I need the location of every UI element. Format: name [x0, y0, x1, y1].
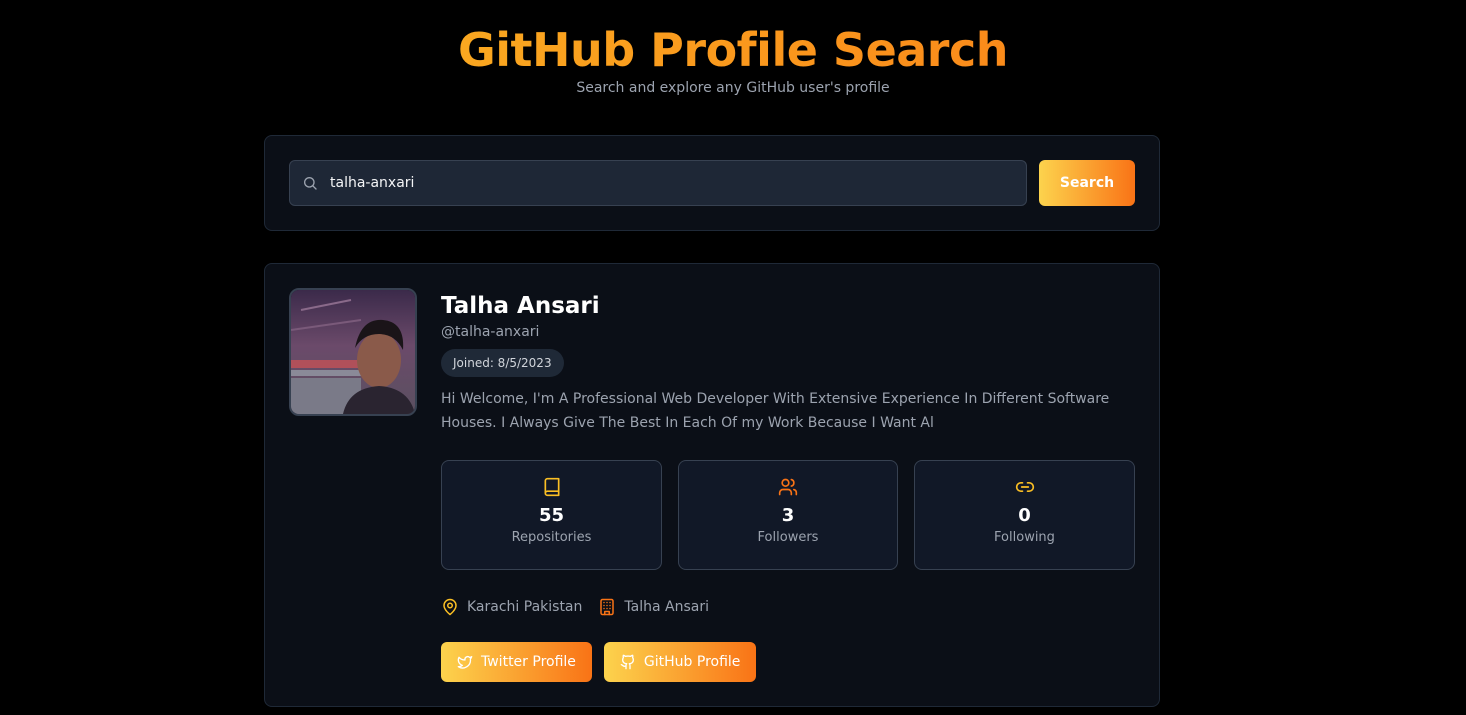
profile-info: Talha Ansari @talha-anxari Joined: 8/5/2… — [441, 292, 1137, 435]
stat-value: 0 — [1018, 505, 1031, 526]
map-pin-icon — [443, 598, 457, 616]
avatar-photo — [291, 290, 415, 414]
search-input[interactable] — [330, 161, 1010, 205]
page-header: GitHub Profile Search Search and explore… — [0, 24, 1466, 96]
profile-links: Twitter Profile GitHub Profile — [441, 642, 768, 682]
twitter-profile-button[interactable]: Twitter Profile — [441, 642, 592, 682]
company: Talha Ansari — [598, 598, 709, 616]
search-card: Search — [264, 135, 1160, 231]
stat-value: 55 — [538, 505, 565, 526]
stat-value: 3 — [781, 505, 795, 526]
building-icon — [600, 598, 615, 616]
company-text: Talha Ansari — [624, 599, 709, 615]
stat-repositories: 55 Repositories — [441, 460, 662, 570]
profile-bio: Hi Welcome, I'm A Professional Web Devel… — [441, 391, 1110, 431]
stats-grid: 55 Repositories 3 Followers 0 Following — [441, 460, 1135, 570]
github-profile-label: GitHub Profile — [643, 654, 741, 670]
profile-name: Talha Ansari — [441, 293, 600, 319]
profile-meta: Karachi Pakistan Talha Ansari — [441, 596, 725, 618]
github-profile-button[interactable]: GitHub Profile — [603, 642, 757, 682]
link-icon — [1015, 482, 1034, 492]
search-button[interactable]: Search — [1039, 160, 1135, 206]
page-subtitle: Search and explore any GitHub user's pro… — [576, 80, 890, 96]
location: Karachi Pakistan — [441, 598, 582, 616]
search-box[interactable] — [289, 160, 1027, 206]
book-icon — [544, 477, 559, 497]
page-title: GitHub Profile Search — [0, 24, 1466, 76]
search-icon — [304, 177, 317, 190]
stat-followers: 3 Followers — [678, 460, 898, 570]
stat-label: Repositories — [511, 530, 592, 545]
profile-login: @talha-anxari — [441, 324, 540, 340]
stat-following: 0 Following — [914, 460, 1135, 570]
twitter-profile-label: Twitter Profile — [481, 654, 576, 670]
avatar — [289, 288, 417, 416]
twitter-icon — [457, 656, 473, 669]
users-icon — [778, 478, 798, 496]
profile-card: Talha Ansari @talha-anxari Joined: 8/5/2… — [264, 263, 1160, 707]
stat-label: Followers — [757, 530, 819, 545]
joined-badge: Joined: 8/5/2023 — [441, 349, 564, 377]
github-icon — [620, 654, 634, 670]
stat-label: Following — [994, 530, 1055, 545]
location-text: Karachi Pakistan — [467, 599, 583, 615]
